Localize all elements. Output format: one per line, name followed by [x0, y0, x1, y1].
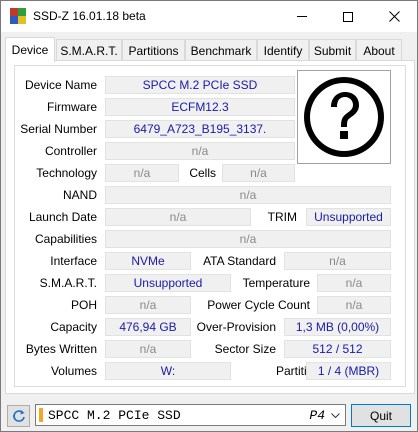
- over-provision-field[interactable]: 1,3 MB (0,00%): [284, 318, 391, 336]
- volumes-field[interactable]: W:: [105, 362, 231, 380]
- serial-number-field[interactable]: 6479_A723_B195_3137.: [105, 120, 295, 138]
- capabilities-field[interactable]: n/a: [105, 230, 391, 248]
- device-name-label: Device Name: [24, 78, 97, 92]
- launch-date-field[interactable]: n/a: [105, 208, 251, 226]
- title-bar[interactable]: SSD-Z 16.01.18 beta: [1, 1, 417, 32]
- tab-partitions[interactable]: Partitions: [122, 39, 185, 61]
- volumes-label: Volumes: [50, 364, 97, 378]
- over-provision-label: Over-Provision: [196, 320, 276, 334]
- partitions-field[interactable]: 1 / 4 (MBR): [306, 362, 391, 380]
- tab-device[interactable]: Device: [5, 37, 55, 62]
- poh-field[interactable]: n/a: [105, 296, 191, 314]
- controller-label: Controller: [44, 144, 97, 158]
- cells-field[interactable]: n/a: [222, 164, 295, 182]
- nand-field[interactable]: n/a: [105, 186, 391, 204]
- interface-label: Interface: [50, 254, 97, 268]
- bytes-written-field[interactable]: n/a: [105, 340, 191, 358]
- interface-field[interactable]: NVMe: [105, 252, 191, 270]
- trim-label: TRIM: [267, 210, 297, 224]
- bottom-bar: SPCC M.2 PCIe SSD P4 Quit: [1, 399, 417, 432]
- firmware-field[interactable]: ECFM12.3: [105, 98, 295, 116]
- device-image-frame: [297, 70, 391, 164]
- tab-smart[interactable]: S.M.A.R.T.: [56, 39, 122, 61]
- capacity-label: Capacity: [50, 320, 97, 334]
- close-icon: [388, 11, 400, 22]
- smart-label: S.M.A.R.T.: [39, 276, 97, 290]
- temperature-label: Temperature: [242, 276, 310, 290]
- app-icon: [10, 8, 26, 24]
- chevron-down-icon[interactable]: [329, 409, 341, 421]
- sector-size-field[interactable]: 512 / 512: [284, 340, 391, 358]
- minimize-icon: [297, 16, 307, 17]
- maximize-icon: [343, 11, 353, 22]
- nand-label: NAND: [62, 188, 97, 202]
- drive-select-number: P4: [309, 408, 325, 423]
- device-name-field[interactable]: SPCC M.2 PCIe SSD: [105, 76, 295, 94]
- drive-accent-bar: [39, 408, 43, 422]
- firmware-label: Firmware: [47, 100, 97, 114]
- question-mark-icon: [304, 77, 384, 157]
- tab-identify[interactable]: Identify: [257, 39, 309, 61]
- quit-button[interactable]: Quit: [351, 404, 411, 427]
- bytes-written-label: Bytes Written: [25, 342, 97, 356]
- poh-label: POH: [70, 298, 97, 312]
- technology-label: Technology: [36, 166, 97, 180]
- controller-field[interactable]: n/a: [105, 142, 295, 160]
- tab-strip: Device S.M.A.R.T. Partitions Benchmark I…: [5, 37, 415, 62]
- tab-benchmark[interactable]: Benchmark: [185, 39, 257, 61]
- smart-field[interactable]: Unsupported: [105, 274, 231, 292]
- cells-label: Cells: [189, 166, 216, 180]
- tab-submit[interactable]: Submit: [309, 39, 356, 61]
- trim-field[interactable]: Unsupported: [306, 208, 391, 226]
- close-button[interactable]: [371, 1, 417, 32]
- app-window: SSD-Z 16.01.18 beta Device S.M.A.R.T. Pa…: [0, 0, 418, 432]
- ata-standard-field[interactable]: n/a: [284, 252, 391, 270]
- refresh-icon: [12, 410, 25, 422]
- sector-size-label: Sector Size: [214, 342, 276, 356]
- refresh-button[interactable]: [7, 405, 30, 427]
- drive-select[interactable]: SPCC M.2 PCIe SSD P4: [35, 404, 346, 426]
- drive-select-name: SPCC M.2 PCIe SSD: [48, 408, 181, 423]
- serial-number-label: Serial Number: [20, 122, 97, 136]
- launch-date-label: Launch Date: [28, 210, 97, 224]
- window-title: SSD-Z 16.01.18 beta: [33, 9, 146, 23]
- temperature-field[interactable]: n/a: [317, 274, 391, 292]
- capabilities-label: Capabilities: [34, 232, 97, 246]
- technology-field[interactable]: n/a: [105, 164, 179, 182]
- maximize-button[interactable]: [325, 1, 371, 32]
- capacity-field[interactable]: 476,94 GB: [105, 318, 191, 336]
- power-cycle-count-label: Power Cycle Count: [207, 298, 310, 312]
- minimize-button[interactable]: [279, 1, 325, 32]
- ata-standard-label: ATA Standard: [203, 254, 276, 268]
- tab-about[interactable]: About: [356, 39, 402, 61]
- power-cycle-count-field[interactable]: n/a: [317, 296, 391, 314]
